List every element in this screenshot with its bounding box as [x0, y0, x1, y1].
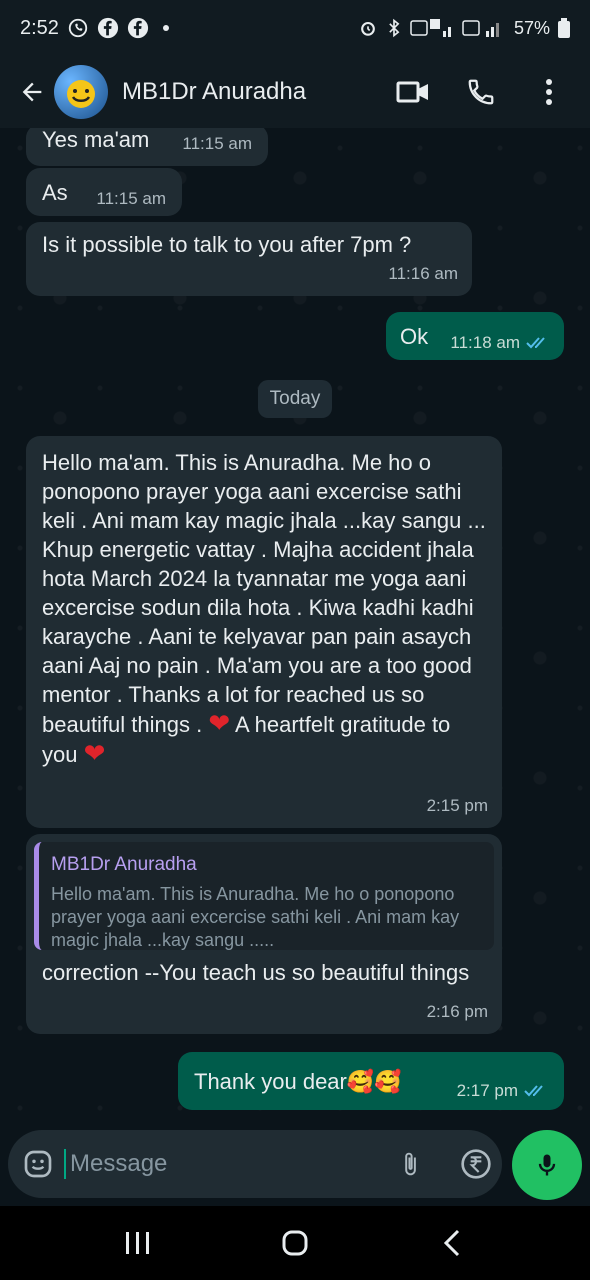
message-input-box[interactable]	[8, 1130, 554, 1198]
message-time: 2:15 pm	[426, 796, 488, 815]
more-notifications-dot-icon	[162, 25, 169, 31]
read-ticks-icon	[524, 1076, 548, 1105]
quoted-sender: MB1Dr Anuradha	[51, 854, 197, 875]
whatsapp-notification-icon	[67, 17, 89, 39]
message-text: Yes ma'am	[42, 128, 150, 152]
quoted-message[interactable]: MB1Dr Anuradha Hello ma'am. This is Anur…	[34, 842, 494, 950]
message-time: 11:15 am	[96, 188, 166, 208]
emoji-icon[interactable]	[22, 1146, 54, 1182]
back-icon[interactable]	[427, 1218, 477, 1268]
chat-header: MB1Dr Anuradha	[0, 56, 590, 128]
chat-messages-area[interactable]: Yes ma'am 11:15 am As 11:15 am Is it pos…	[0, 128, 590, 1130]
status-left: 2:52	[20, 17, 169, 40]
message-composer	[0, 1130, 590, 1206]
message-incoming[interactable]: Is it possible to talk to you after 7pm …	[26, 222, 472, 296]
message-text-part1: Hello ma'am. This is Anuradha. Me ho o p…	[42, 450, 486, 737]
message-meta: 11:18 am	[450, 328, 550, 357]
status-bar: 2:52 57%	[0, 0, 590, 56]
battery-icon	[558, 18, 570, 38]
contact-name[interactable]: MB1Dr Anuradha	[122, 78, 396, 106]
quoted-text: Hello ma'am. This is Anuradha. Me ho o p…	[51, 884, 460, 950]
voice-call-icon[interactable]	[464, 75, 498, 109]
message-outgoing[interactable]: Thank you dear🥰🥰 2:17 pm	[178, 1052, 564, 1110]
facebook-notification-icon-2	[127, 17, 149, 39]
message-outgoing[interactable]: Ok 11:18 am	[386, 312, 564, 360]
message-text: correction --You teach us so beautiful t…	[42, 960, 470, 985]
rupee-payment-icon[interactable]	[458, 1146, 494, 1182]
video-call-icon[interactable]	[396, 75, 430, 109]
red-heart-emoji: ❤	[83, 738, 106, 768]
date-separator: Today	[258, 380, 332, 418]
read-ticks-icon	[526, 328, 550, 357]
message-text: Hello ma'am. This is Anuradha. Me ho o p…	[42, 448, 486, 769]
header-actions	[396, 75, 566, 109]
attach-icon[interactable]	[392, 1146, 428, 1182]
volte-5g-signal-icon	[410, 17, 454, 39]
message-incoming[interactable]: Hello ma'am. This is Anuradha. Me ho o p…	[26, 436, 502, 828]
system-nav-bar	[0, 1206, 590, 1280]
message-time: 11:15 am	[182, 134, 252, 153]
red-heart-emoji: ❤	[208, 708, 231, 738]
message-meta: 2:17 pm	[457, 1076, 548, 1105]
mic-icon	[538, 1154, 556, 1176]
message-incoming[interactable]: Yes ma'am 11:15 am	[26, 128, 268, 166]
recents-icon[interactable]	[113, 1218, 163, 1268]
message-text: Thank you dear🥰🥰	[194, 1067, 402, 1096]
message-text: Is it possible to talk to you after 7pm …	[42, 232, 412, 257]
message-text-body: Thank you dear	[194, 1068, 347, 1094]
message-time: 11:18 am	[450, 332, 520, 352]
volte-lte-signal-icon	[462, 17, 506, 39]
message-text: As	[42, 179, 68, 205]
back-arrow-icon[interactable]	[14, 74, 50, 110]
smiling-hearts-emoji: 🥰🥰	[346, 1068, 402, 1094]
message-time: 11:16 am	[388, 264, 458, 283]
home-icon[interactable]	[270, 1218, 320, 1268]
message-time: 2:16 pm	[426, 1002, 488, 1021]
message-incoming[interactable]: As 11:15 am	[26, 168, 182, 216]
message-input[interactable]	[64, 1149, 382, 1179]
status-right: 57%	[358, 17, 570, 39]
battery-percent: 57%	[513, 17, 550, 38]
facebook-notification-icon	[97, 17, 119, 39]
more-options-icon[interactable]	[532, 75, 566, 109]
mic-button[interactable]	[512, 1130, 582, 1200]
alarm-icon	[358, 18, 378, 38]
status-time: 2:52	[20, 16, 59, 39]
contact-avatar[interactable]	[54, 65, 108, 119]
message-incoming-reply[interactable]: MB1Dr Anuradha Hello ma'am. This is Anur…	[26, 834, 502, 1034]
bluetooth-icon	[386, 18, 402, 38]
message-text: Ok	[400, 323, 429, 349]
message-time: 2:17 pm	[456, 1080, 518, 1100]
whatsapp-chat-screen: 2:52 57% MB1Dr Anuradha Yes ma'am 11:15 …	[0, 0, 590, 1280]
